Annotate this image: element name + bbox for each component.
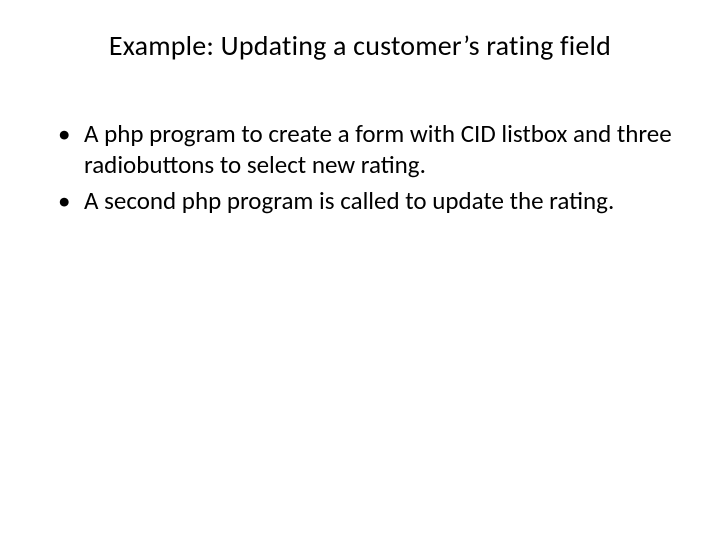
bullet-item: A php program to create a form with CID … [56, 119, 672, 180]
slide-title: Example: Updating a customer’s rating fi… [48, 28, 672, 63]
bullet-item: A second php program is called to update… [56, 186, 672, 217]
bullet-list: A php program to create a form with CID … [48, 119, 672, 217]
